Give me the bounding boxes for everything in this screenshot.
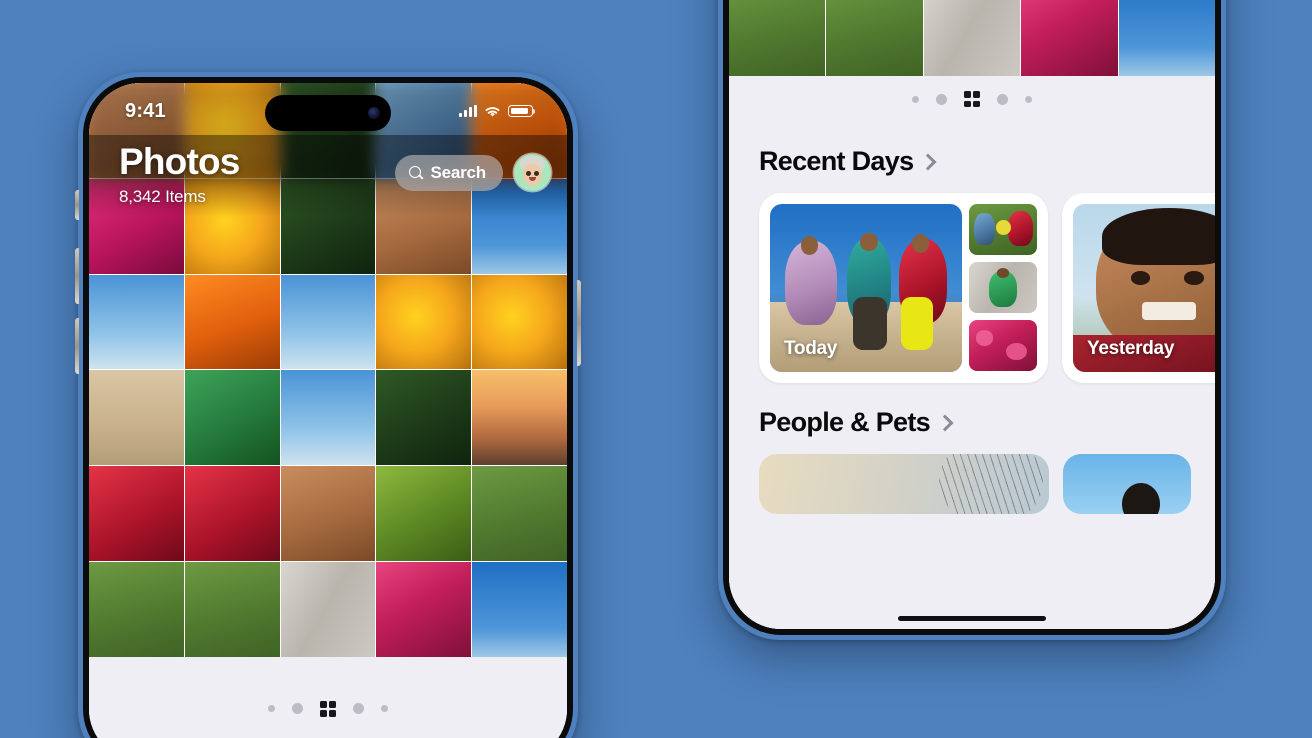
- page-indicator-dot[interactable]: [353, 703, 364, 715]
- device-screen-right: Recent Days Today Yesterday People & Pet…: [729, 0, 1215, 629]
- photo-thumbnail[interactable]: [376, 466, 472, 562]
- people-pets-tile[interactable]: [759, 454, 1049, 515]
- photo-thumbnail[interactable]: [472, 562, 567, 657]
- power-button[interactable]: [577, 280, 581, 366]
- page-title: Photos: [119, 141, 240, 182]
- photo-thumbnail[interactable]: [729, 0, 826, 77]
- photo-thumbnail[interactable]: [472, 370, 567, 466]
- photo-thumbnail[interactable]: [280, 274, 376, 370]
- chevron-right-icon: [936, 414, 954, 432]
- page-indicator-dot[interactable]: [936, 93, 947, 105]
- photo-thumbnail[interactable]: [376, 274, 472, 370]
- photo-thumbnail[interactable]: [280, 370, 376, 466]
- section-header-recent-days[interactable]: Recent Days: [729, 122, 1215, 177]
- recent-day-thumb[interactable]: [969, 204, 1037, 256]
- recent-day-thumb-stack[interactable]: [969, 204, 1037, 372]
- photo-thumbnail[interactable]: [184, 562, 280, 657]
- item-count: 8,342 Items: [119, 187, 206, 206]
- volume-up-button[interactable]: [75, 248, 79, 304]
- page-indicator-left[interactable]: [89, 656, 567, 738]
- recent-day-card-today[interactable]: Today: [759, 193, 1048, 384]
- search-label: Search: [430, 162, 486, 182]
- iphone-device-right: Recent Days Today Yesterday People & Pet…: [718, 0, 1226, 640]
- profile-avatar[interactable]: [514, 154, 551, 191]
- silent-switch[interactable]: [75, 190, 79, 220]
- device-screen-left: 9:41 Photos 8,342 Items Search: [89, 83, 567, 738]
- battery-icon: [508, 105, 536, 117]
- photo-thumbnail[interactable]: [472, 274, 567, 370]
- page-indicator-grid-icon[interactable]: [964, 91, 980, 108]
- dynamic-island: [265, 95, 391, 131]
- iphone-device-left: 9:41 Photos 8,342 Items Search: [75, 72, 581, 738]
- chevron-right-icon: [919, 153, 937, 171]
- section-title: People & Pets: [759, 407, 931, 438]
- page-indicator-right[interactable]: [729, 76, 1215, 123]
- photo-thumbnail[interactable]: [184, 370, 280, 466]
- page-indicator-grid-icon[interactable]: [320, 700, 336, 717]
- search-icon: [409, 165, 423, 180]
- photos-header-left: Photos 8,342 Items Search: [89, 135, 567, 217]
- photo-thumbnail[interactable]: [472, 466, 567, 562]
- section-header-people-pets[interactable]: People & Pets: [729, 383, 1215, 438]
- people-pets-tile[interactable]: [1063, 454, 1191, 515]
- recent-day-thumb[interactable]: [969, 262, 1037, 314]
- page-indicator-dot[interactable]: [912, 95, 919, 103]
- library-sheet-right: Recent Days Today Yesterday People & Pet…: [729, 122, 1215, 629]
- search-button[interactable]: Search: [395, 154, 503, 191]
- photo-thumbnail[interactable]: [89, 562, 184, 657]
- status-time: 9:41: [125, 99, 166, 122]
- photo-grid-right[interactable]: [729, 0, 1215, 77]
- photo-thumbnail[interactable]: [89, 274, 184, 370]
- page-indicator-dot[interactable]: [1025, 95, 1032, 103]
- photo-thumbnail[interactable]: [923, 0, 1021, 77]
- photo-thumbnail[interactable]: [376, 370, 472, 466]
- photo-thumbnail[interactable]: [280, 562, 376, 657]
- section-title: Recent Days: [759, 146, 914, 177]
- recent-day-main-photo[interactable]: Yesterday: [1073, 204, 1215, 373]
- photo-thumbnail[interactable]: [826, 0, 923, 77]
- recent-day-main-photo[interactable]: Today: [770, 204, 962, 373]
- recent-day-label: Today: [784, 338, 838, 360]
- photo-thumbnail[interactable]: [184, 274, 280, 370]
- screenshot-stage: Recent Days Today Yesterday People & Pet…: [0, 0, 1312, 738]
- page-indicator-dot[interactable]: [268, 705, 275, 713]
- photo-thumbnail[interactable]: [376, 562, 472, 657]
- photo-thumbnail[interactable]: [89, 466, 184, 562]
- photo-thumbnail[interactable]: [1118, 0, 1215, 77]
- recent-day-label: Yesterday: [1087, 338, 1175, 360]
- recent-days-card-row[interactable]: Today Yesterday: [729, 177, 1215, 384]
- people-pets-row[interactable]: [729, 438, 1215, 515]
- cellular-bars-icon: [459, 105, 477, 117]
- photo-thumbnail[interactable]: [184, 466, 280, 562]
- wifi-icon: [485, 106, 500, 117]
- home-indicator: [898, 615, 1046, 621]
- page-indicator-dot[interactable]: [292, 703, 303, 715]
- front-camera-icon: [368, 107, 380, 119]
- photo-thumbnail[interactable]: [1021, 0, 1118, 77]
- page-indicator-dot[interactable]: [997, 93, 1008, 105]
- volume-down-button[interactable]: [75, 318, 79, 374]
- page-indicator-dot[interactable]: [381, 705, 388, 713]
- photo-thumbnail[interactable]: [89, 370, 184, 466]
- recent-day-thumb[interactable]: [969, 320, 1037, 372]
- recent-day-card-yesterday[interactable]: Yesterday: [1062, 193, 1215, 384]
- photo-thumbnail[interactable]: [280, 466, 376, 562]
